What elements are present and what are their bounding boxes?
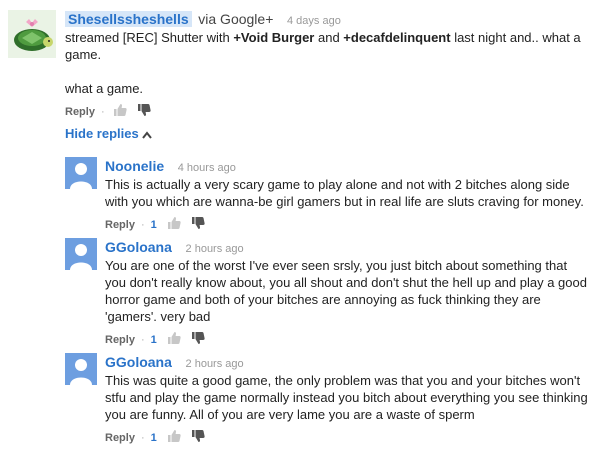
separator-dot: · [140, 334, 145, 346]
comment-text: This was quite a good game, the only pro… [105, 373, 588, 422]
default-user-avatar[interactable] [65, 157, 97, 189]
comment-actions: Reply · 1 [105, 429, 590, 447]
reply-button[interactable]: Reply [105, 216, 135, 234]
mention-void-burger[interactable]: +Void Burger [233, 30, 314, 45]
default-user-avatar[interactable] [65, 238, 97, 270]
source-label: via Google+ [198, 11, 274, 27]
comment-text: This is actually a very scary game to pl… [105, 177, 584, 209]
thumbs-down-icon[interactable] [137, 103, 151, 122]
like-count: 1 [150, 219, 157, 231]
comment-text: You are one of the worst I've ever seen … [105, 258, 587, 324]
reply-comment: GGoloana 2 hours ago This was quite a go… [0, 353, 598, 445]
reply-button[interactable]: Reply [105, 331, 135, 349]
thumbs-up-icon[interactable] [113, 103, 127, 122]
reply-comment: Noonelie 4 hours ago This is actually a … [0, 157, 598, 231]
comment-author[interactable]: Noonelie [105, 158, 164, 174]
comment-actions: Reply · [65, 103, 590, 121]
thumbs-up-icon[interactable] [167, 331, 181, 350]
comment-time[interactable]: 2 hours ago [186, 358, 244, 370]
comment-author[interactable]: GGoloana [105, 354, 172, 370]
comment-time[interactable]: 4 hours ago [178, 162, 236, 174]
comment-author[interactable]: GGoloana [105, 239, 172, 255]
comment-actions: Reply · 1 [105, 216, 590, 234]
reply-button[interactable]: Reply [105, 429, 135, 447]
like-count: 1 [150, 432, 157, 444]
comment-main: Shesellssheshells via Google+ 4 days ago… [0, 10, 598, 120]
hide-replies-toggle[interactable]: Hide replies [65, 126, 152, 141]
thumbs-up-icon[interactable] [167, 216, 181, 235]
thumbs-down-icon[interactable] [191, 331, 205, 350]
comment-text: streamed [REC] Shutter with +Void Burger… [65, 30, 581, 96]
reply-comment: GGoloana 2 hours ago You are one of the … [0, 238, 598, 346]
thumbs-down-icon[interactable] [191, 429, 205, 448]
thumbs-down-icon[interactable] [191, 216, 205, 235]
comment-author[interactable]: Shesellssheshells [65, 11, 192, 27]
separator-dot: · [140, 219, 145, 231]
comment-time[interactable]: 4 days ago [287, 15, 341, 27]
thumbs-up-icon[interactable] [167, 429, 181, 448]
reply-button[interactable]: Reply [65, 103, 95, 121]
separator-dot: · [140, 432, 145, 444]
comment-time[interactable]: 2 hours ago [186, 243, 244, 255]
like-count: 1 [150, 334, 157, 346]
comment-actions: Reply · 1 [105, 331, 590, 349]
default-user-avatar[interactable] [65, 353, 97, 385]
turtle-avatar[interactable] [8, 10, 56, 58]
separator-dot: · [100, 106, 105, 118]
hide-replies-label: Hide replies [65, 126, 139, 141]
chevron-up-icon [141, 130, 152, 139]
mention-decafdelinquent[interactable]: +decafdelinquent [343, 30, 450, 45]
